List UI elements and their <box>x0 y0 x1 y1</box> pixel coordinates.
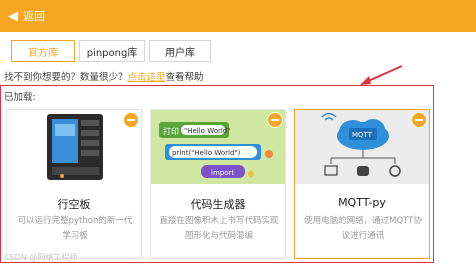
help-link[interactable]: 点击这里 <box>128 72 166 83</box>
card-title: MQTT-py <box>338 196 386 209</box>
tab-pinpong-library[interactable]: pinpong库 <box>79 40 145 62</box>
board-photo-icon <box>7 110 141 184</box>
block-print-label: 打印 <box>163 126 179 136</box>
help-line: 找不到你想要的？数量很少？点击这里查看帮助 <box>4 69 204 83</box>
card-description: 可以运行完整python的新一代学习板 <box>17 216 133 241</box>
loaded-extensions-panel: 已加载: 行空板 可以运行完整python的新一代学习板 打印 "Hello W… <box>0 85 434 263</box>
watermark: CSDN @网络工程师 <box>4 253 78 262</box>
help-suffix: 查看帮助 <box>165 72 204 83</box>
remove-extension-button[interactable] <box>411 112 427 128</box>
library-tabs: 官方库 pinpong库 用户库 <box>11 40 215 62</box>
card-description: 使用电脑的网络，通过MQTT协议进行通讯 <box>304 216 422 241</box>
mqtt-cloud-icon: MQTT <box>295 110 429 184</box>
remove-extension-button[interactable] <box>267 112 283 128</box>
block-hello-two: print("Hello World") <box>172 149 241 157</box>
back-button[interactable]: 返回 <box>23 8 45 24</box>
tab-official-library[interactable]: 官方库 <box>11 40 75 62</box>
top-bar: ◀ 返回 <box>0 0 476 32</box>
block-import-label: import <box>211 169 234 177</box>
mqtt-cloud-label: MQTT <box>352 131 373 139</box>
card-description: 直接在图像积木上书写代码实现图形化与代码混编 <box>159 216 279 241</box>
loaded-label: 已加载: <box>4 92 36 103</box>
tab-user-library[interactable]: 用户库 <box>149 40 211 62</box>
extension-card-code-generator[interactable]: 打印 "Hello World" print("Hello World") im… <box>150 109 286 259</box>
remove-extension-button[interactable] <box>123 112 139 128</box>
code-blocks-icon: 打印 "Hello World" print("Hello World") im… <box>151 110 285 184</box>
extension-card-unihiker[interactable]: 行空板 可以运行完整python的新一代学习板 <box>6 109 142 259</box>
back-arrow-icon[interactable]: ◀ <box>8 10 18 23</box>
help-prefix: 找不到你想要的？数量很少？ <box>4 72 128 83</box>
extension-card-mqtt-py[interactable]: MQTT MQTT-py 使用电脑的网络，通过MQTT协议进行通讯 <box>294 109 430 259</box>
block-hello-one: "Hello World" <box>184 127 230 135</box>
card-title: 代码生成器 <box>190 198 246 211</box>
card-title: 行空板 <box>57 198 91 211</box>
